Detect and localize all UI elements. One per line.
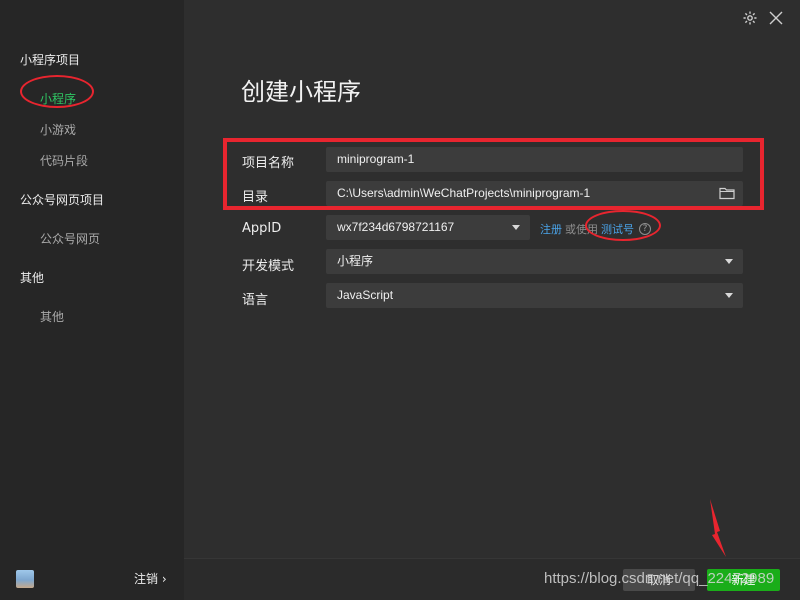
sidebar-item-minigame[interactable]: 小游戏	[40, 121, 76, 138]
appid-select[interactable]: wx7f234d6798721167	[326, 215, 530, 240]
chevron-down-icon	[725, 259, 733, 264]
gear-icon[interactable]	[742, 10, 758, 26]
sidebar-group-official-web: 公众号网页项目	[20, 193, 105, 207]
appid-label: AppID	[242, 221, 282, 236]
chevron-down-icon	[512, 225, 520, 230]
close-icon[interactable]	[768, 10, 784, 26]
sidebar-item-official-web[interactable]: 公众号网页	[40, 230, 100, 247]
language-value: JavaScript	[337, 288, 394, 302]
annotation-ellipse-testid	[585, 210, 661, 241]
sidebar-item-other[interactable]: 其他	[40, 308, 64, 325]
create-button[interactable]: 新建	[707, 569, 780, 591]
sidebar-group-other: 其他	[20, 271, 45, 285]
language-label: 语言	[242, 293, 269, 308]
dev-mode-select[interactable]: 小程序	[326, 249, 743, 274]
register-link[interactable]: 注册	[540, 221, 562, 237]
annotation-ellipse-sidebar	[20, 75, 94, 108]
logout-button[interactable]: 注销 ›	[134, 570, 167, 587]
page-title: 创建小程序	[241, 78, 361, 106]
cancel-button[interactable]: 取消	[623, 569, 695, 591]
chevron-down-icon	[725, 293, 733, 298]
language-select[interactable]: JavaScript	[326, 283, 743, 308]
avatar[interactable]	[16, 570, 34, 588]
sidebar-item-code-snippet[interactable]: 代码片段	[40, 152, 88, 169]
dev-mode-label: 开发模式	[242, 259, 295, 274]
appid-value: wx7f234d6798721167	[337, 220, 455, 234]
dev-mode-value: 小程序	[337, 254, 374, 268]
annotation-arrow	[710, 499, 726, 557]
annotation-rect	[223, 138, 764, 210]
sidebar-group-miniprogram: 小程序项目	[20, 53, 81, 67]
